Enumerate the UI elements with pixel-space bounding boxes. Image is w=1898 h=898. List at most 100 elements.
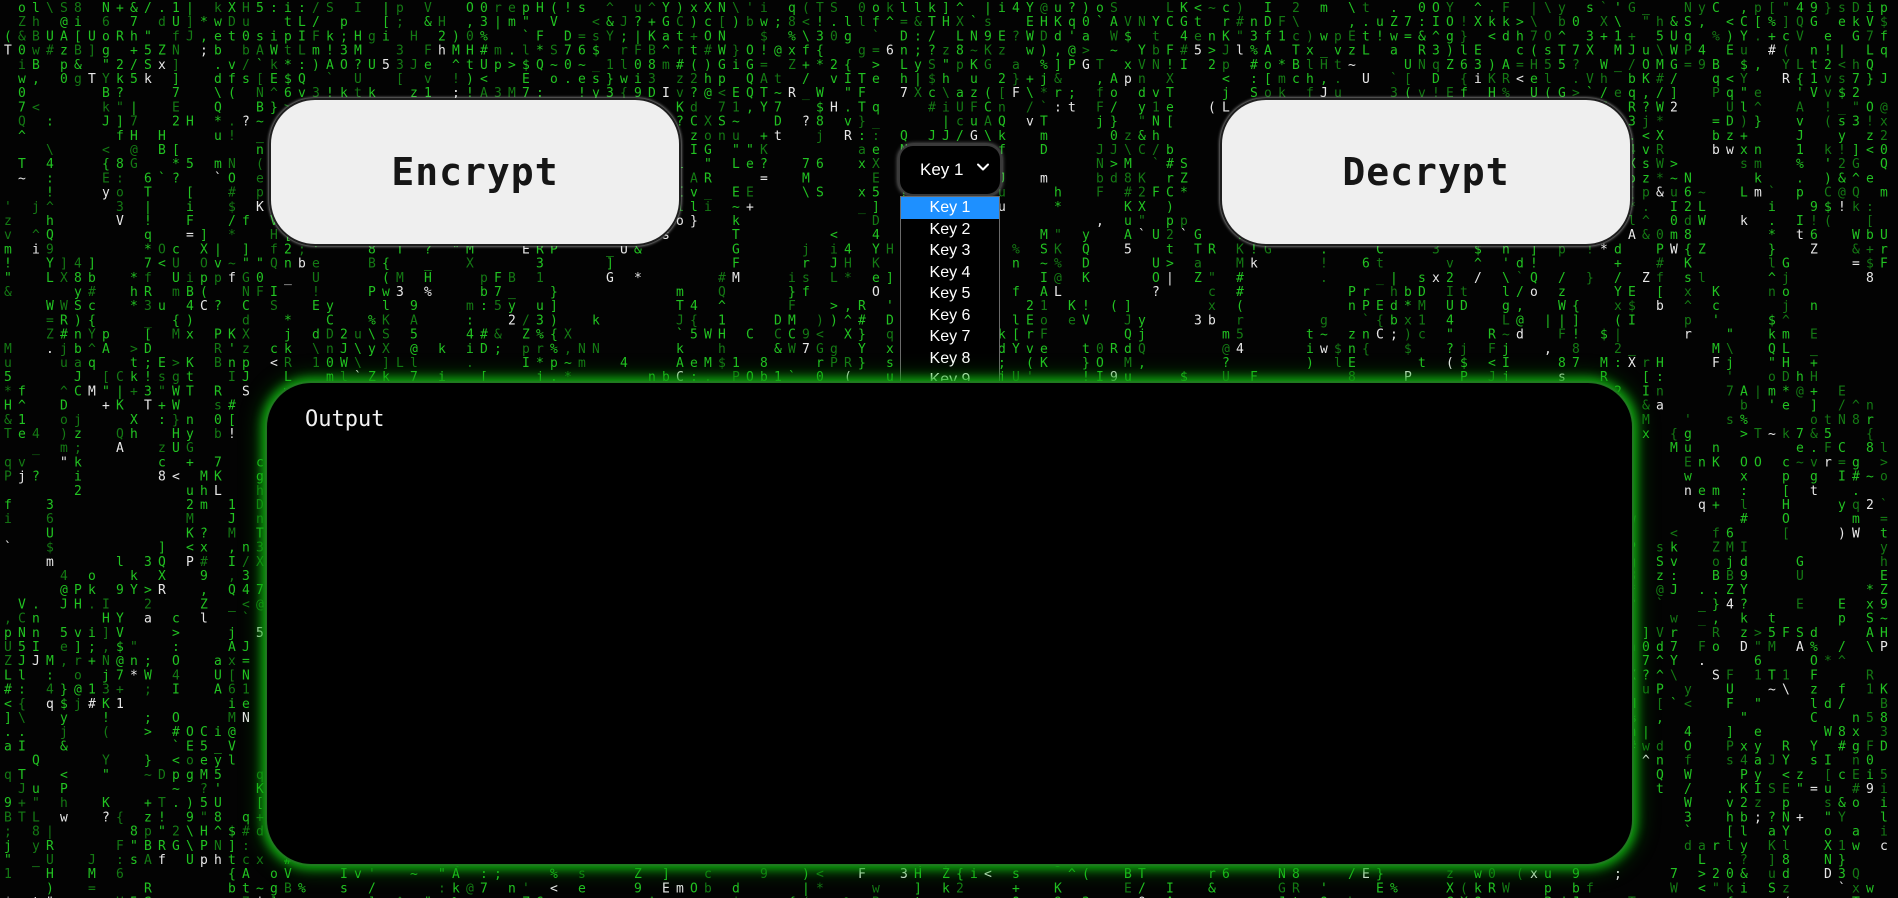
key-option[interactable]: Key 8: [901, 348, 999, 370]
svg-text:Q: Q: [998, 115, 1006, 130]
svg-text:m: m: [1320, 1, 1328, 16]
svg-text:J: J: [186, 29, 194, 44]
svg-text:X: X: [1474, 15, 1482, 30]
svg-text:9: 9: [46, 242, 54, 257]
svg-text:1: 1: [1040, 299, 1048, 314]
svg-text:M: M: [88, 384, 96, 399]
svg-text:_: _: [1376, 271, 1384, 286]
svg-text:+: +: [1866, 242, 1874, 257]
svg-text:9: 9: [116, 583, 124, 598]
svg-text:N: N: [242, 668, 250, 683]
svg-text:T: T: [1558, 44, 1566, 59]
svg-text:k: k: [592, 313, 600, 328]
svg-text:E: E: [732, 86, 740, 101]
svg-text:?: ?: [172, 171, 180, 186]
svg-text:O: O: [158, 242, 166, 257]
key-option[interactable]: Key 7: [901, 326, 999, 348]
svg-text:y: y: [1754, 768, 1762, 783]
svg-text:s: s: [1656, 541, 1664, 556]
svg-text:[: [: [1656, 697, 1664, 712]
svg-text:3: 3: [1474, 58, 1482, 73]
svg-text:Q: Q: [1880, 157, 1888, 172]
svg-text:s: s: [1586, 1, 1594, 16]
svg-text:': ': [228, 342, 236, 357]
svg-text:7: 7: [144, 257, 152, 272]
svg-text:": ": [1446, 328, 1454, 343]
svg-text:Q: Q: [158, 555, 166, 570]
svg-text:.: .: [1698, 583, 1706, 598]
svg-text:H: H: [4, 399, 12, 414]
svg-text:x: x: [228, 654, 236, 669]
svg-text:=: =: [1684, 58, 1692, 73]
svg-text:5: 5: [186, 157, 194, 172]
svg-text:p: p: [396, 1, 404, 16]
svg-text:h: h: [438, 44, 446, 59]
svg-text:N: N: [1418, 58, 1426, 73]
svg-text:i: i: [970, 867, 978, 882]
svg-text:K: K: [256, 200, 264, 215]
svg-text:I: I: [1824, 754, 1832, 769]
encrypt-button[interactable]: Encrypt: [269, 98, 681, 246]
svg-text:l: l: [900, 1, 908, 16]
svg-text:o: o: [88, 569, 96, 584]
svg-text:>: >: [1880, 455, 1888, 470]
svg-text:R: R: [116, 29, 124, 44]
svg-text:R: R: [158, 583, 166, 598]
svg-text:\: \: [1530, 15, 1538, 30]
svg-text:!: !: [1082, 299, 1090, 314]
svg-text:%: %: [1390, 881, 1398, 896]
svg-text:@: @: [1838, 186, 1846, 201]
svg-text:%: %: [1250, 44, 1258, 59]
svg-text:>: >: [1754, 626, 1762, 641]
svg-text:k: k: [928, 1, 936, 16]
svg-text:c: c: [956, 115, 964, 130]
svg-text:n: n: [1362, 328, 1370, 343]
svg-text:~: ~: [732, 115, 740, 130]
key-select[interactable]: Key 1: [900, 146, 1000, 194]
svg-text:|: |: [1166, 271, 1174, 286]
svg-text:v: v: [1824, 72, 1832, 87]
svg-text:&: &: [914, 15, 922, 30]
svg-text:}: }: [1376, 867, 1384, 882]
output-panel[interactable]: Output: [265, 381, 1634, 866]
svg-text:S: S: [242, 384, 250, 399]
svg-text:u: u: [732, 129, 740, 144]
svg-text:8: 8: [648, 58, 656, 73]
key-option[interactable]: Key 5: [901, 283, 999, 305]
svg-text:l: l: [690, 200, 698, 215]
svg-text:n: n: [228, 356, 236, 371]
svg-text:H: H: [1530, 58, 1538, 73]
svg-text:M: M: [1040, 228, 1048, 243]
svg-text:0: 0: [18, 86, 26, 101]
svg-text:i: i: [270, 29, 278, 44]
svg-text:K: K: [1712, 455, 1720, 470]
svg-text:{: {: [382, 257, 390, 272]
svg-text:P: P: [1362, 299, 1370, 314]
svg-text:N: N: [172, 44, 180, 59]
svg-text:m: m: [676, 881, 684, 896]
key-option[interactable]: Key 3: [901, 240, 999, 262]
svg-text:k: k: [1852, 15, 1860, 30]
svg-text:3: 3: [1432, 44, 1440, 59]
svg-text:d: d: [1824, 697, 1832, 712]
svg-text:2: 2: [998, 72, 1006, 87]
svg-text:q: q: [88, 356, 96, 371]
svg-text:#: #: [928, 100, 936, 115]
svg-text:4: 4: [74, 257, 82, 272]
svg-text:L: L: [298, 15, 306, 30]
key-option[interactable]: Key 2: [901, 219, 999, 241]
decrypt-button[interactable]: Decrypt: [1220, 98, 1632, 246]
svg-text:$: $: [760, 29, 768, 44]
svg-text:*: *: [214, 115, 222, 130]
svg-text:6: 6: [102, 15, 110, 30]
svg-text:r: r: [1866, 413, 1874, 428]
key-option[interactable]: Key 4: [901, 262, 999, 284]
svg-text:u: u: [1824, 782, 1832, 797]
svg-text:.: .: [466, 356, 474, 371]
key-option[interactable]: Key 1: [901, 197, 999, 219]
svg-text:/: /: [1838, 640, 1846, 655]
svg-text:): ): [1404, 328, 1412, 343]
key-option[interactable]: Key 6: [901, 305, 999, 327]
svg-text:]: ]: [88, 257, 96, 272]
svg-text:X: X: [872, 157, 880, 172]
